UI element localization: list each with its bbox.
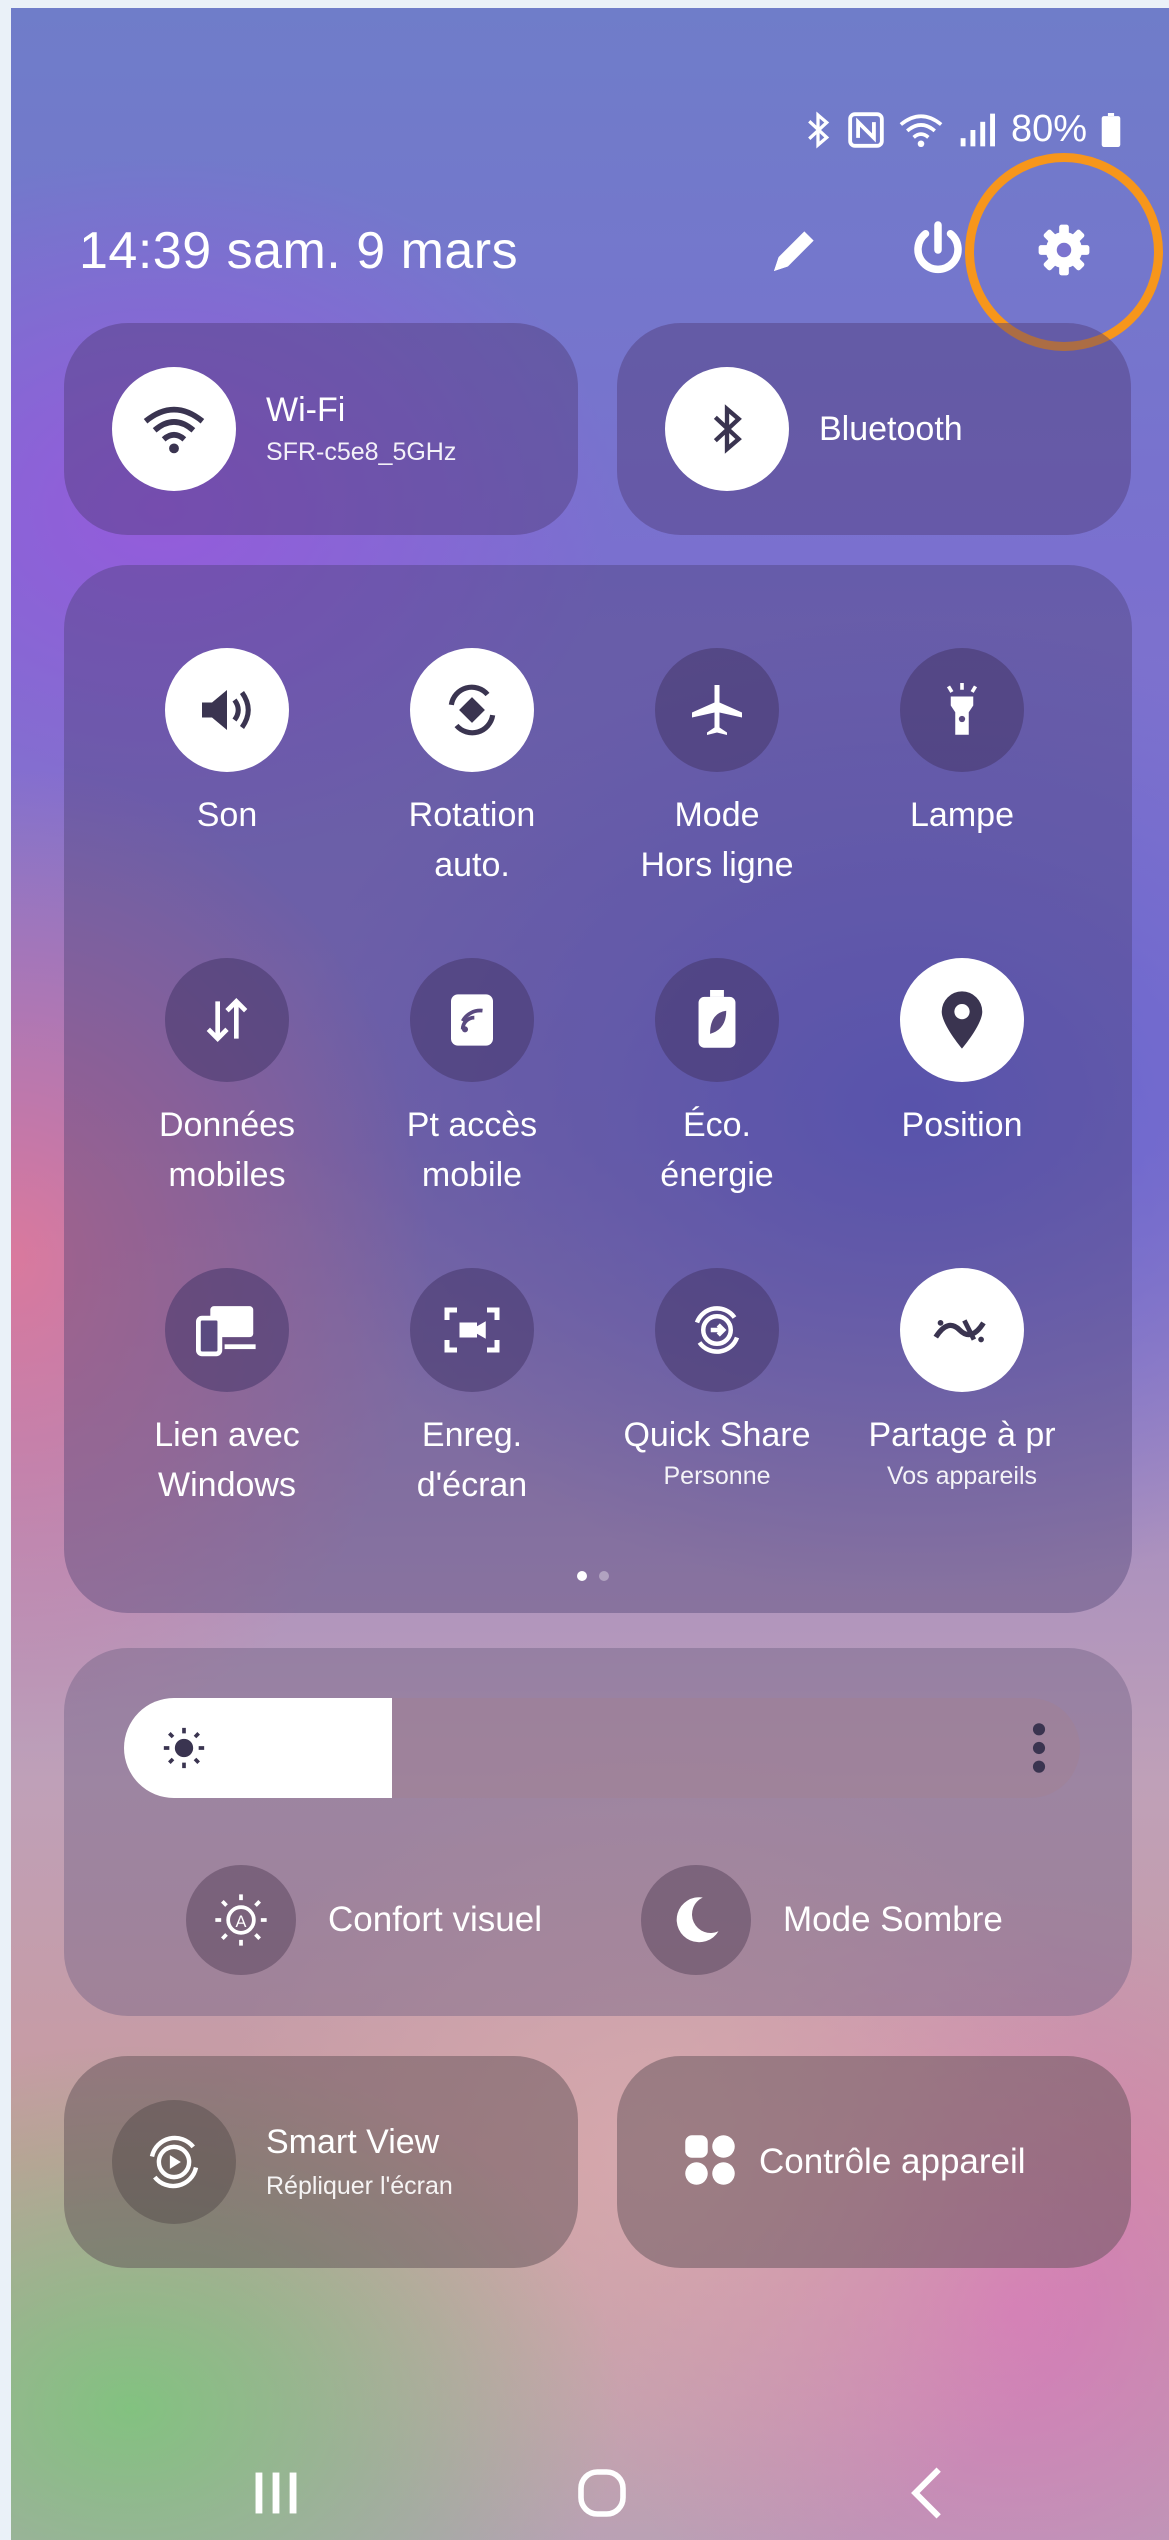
- tile-label: Son: [196, 796, 258, 834]
- power-button[interactable]: [906, 218, 970, 282]
- battery-icon: [1101, 112, 1121, 147]
- battery-level: 80%: [1010, 108, 1087, 150]
- mobile-data-icon: [165, 958, 289, 1082]
- sun-icon: [162, 1726, 206, 1775]
- smart-view-label: Smart View: [266, 2123, 440, 2161]
- tile-label: Rotation: [408, 796, 536, 834]
- smart-view-icon: [112, 2100, 236, 2224]
- tile-airplane-mode[interactable]: Mode Hors ligne: [597, 648, 837, 890]
- tile-sublabel: Personne: [663, 1462, 771, 1490]
- tile-label-line2: Hors ligne: [640, 846, 794, 884]
- power-icon: [914, 221, 962, 274]
- tile-power-saving[interactable]: Éco. énergie: [597, 958, 837, 1200]
- tile-link-windows[interactable]: Lien avec Windows: [107, 1268, 347, 1510]
- bluetooth-label: Bluetooth: [819, 409, 963, 448]
- eye-comfort-label: Confort visuel: [328, 1900, 542, 1939]
- quick-share-icon: [655, 1268, 779, 1392]
- tile-label-line2: auto.: [434, 846, 510, 884]
- eye-comfort-toggle[interactable]: A Confort visuel: [186, 1865, 542, 1975]
- nearby-share-icon: [900, 1268, 1024, 1392]
- tile-mobile-data[interactable]: Données mobiles: [107, 958, 347, 1200]
- bluetooth-tile-icon: [665, 367, 789, 491]
- edit-icon: [774, 231, 814, 271]
- page-indicator: [577, 1571, 609, 1581]
- brightness-slider[interactable]: [124, 1698, 1080, 1798]
- smart-view-sub: Répliquer l'écran: [266, 2172, 453, 2200]
- volume-icon: [165, 648, 289, 772]
- tile-sublabel: Vos appareils: [886, 1462, 1038, 1490]
- wifi-label: Wi-Fi: [266, 391, 346, 429]
- tile-label: Lien avec: [154, 1416, 300, 1454]
- date-time: 14:39 sam. 9 mars: [79, 222, 519, 280]
- back-button[interactable]: [877, 2448, 977, 2538]
- tile-location[interactable]: Position: [842, 958, 1082, 1150]
- wifi-network: SFR-c5e8_5GHz: [266, 438, 457, 466]
- device-control-icon: [683, 2133, 737, 2192]
- tile-sound[interactable]: Son: [107, 648, 347, 840]
- tile-label-line2: mobile: [421, 1156, 523, 1194]
- tile-label: Quick Share: [623, 1416, 811, 1454]
- edit-button[interactable]: [763, 218, 827, 282]
- nfc-icon: [847, 111, 885, 149]
- flashlight-icon: [900, 648, 1024, 772]
- dark-mode-toggle[interactable]: Mode Sombre: [641, 1865, 1003, 1975]
- tile-quick-share[interactable]: Quick Share Personne: [597, 1268, 837, 1491]
- airplane-icon: [655, 648, 779, 772]
- tile-label: Enreg.: [421, 1416, 523, 1454]
- tile-label: Pt accès: [406, 1106, 538, 1144]
- tile-label: Mode: [674, 796, 760, 834]
- device-control-label: Contrôle appareil: [759, 2142, 1026, 2181]
- dark-mode-label: Mode Sombre: [783, 1900, 1003, 1939]
- tile-label-line2: Windows: [158, 1466, 296, 1504]
- page-dot: [599, 1571, 609, 1581]
- rotation-icon: [410, 648, 534, 772]
- wifi-tile-icon: [112, 367, 236, 491]
- link-windows-icon: [165, 1268, 289, 1392]
- tile-hotspot[interactable]: Pt accès mobile: [352, 958, 592, 1200]
- tile-label-line2: énergie: [660, 1156, 774, 1194]
- quick-settings-panel: 80% 14:39 sam. 9 mars Wi-Fi SFR-c5e8_5GH…: [11, 8, 1169, 2540]
- tile-label-line2: d'écran: [416, 1466, 528, 1504]
- tile-nearby-share[interactable]: Partage à pr Vos appareils: [842, 1268, 1082, 1491]
- wifi-tile[interactable]: Wi-Fi SFR-c5e8_5GHz: [64, 323, 578, 535]
- eye-comfort-icon: A: [186, 1865, 296, 1975]
- bluetooth-icon: [803, 110, 833, 150]
- hotspot-icon: [410, 958, 534, 1082]
- page-dot-active: [577, 1571, 587, 1581]
- location-icon: [900, 958, 1024, 1082]
- device-control-tile[interactable]: Contrôle appareil: [617, 2056, 1131, 2268]
- tile-screen-record[interactable]: Enreg. d'écran: [352, 1268, 592, 1510]
- tile-label-line2: mobiles: [168, 1156, 286, 1194]
- home-icon: [578, 2469, 626, 2517]
- tile-label: Position: [901, 1106, 1023, 1144]
- navigation-bar: [11, 2448, 1169, 2538]
- tile-auto-rotate[interactable]: Rotation auto.: [352, 648, 592, 890]
- power-saving-icon: [655, 958, 779, 1082]
- bluetooth-tile[interactable]: Bluetooth: [617, 323, 1131, 535]
- moon-icon: [641, 1865, 751, 1975]
- tile-label: Partage à pr: [868, 1416, 1056, 1454]
- screen-record-icon: [410, 1268, 534, 1392]
- status-bar: 80%: [803, 108, 1121, 151]
- tile-label: Données: [158, 1106, 296, 1144]
- recents-button[interactable]: [226, 2448, 326, 2538]
- recents-icon: [255, 2472, 297, 2514]
- back-icon: [911, 2467, 941, 2519]
- wifi-icon: [899, 111, 943, 149]
- more-options-icon[interactable]: [1032, 1720, 1046, 1781]
- signal-icon: [957, 112, 997, 148]
- home-button[interactable]: [552, 2448, 652, 2538]
- svg-text:A: A: [236, 1913, 247, 1931]
- tile-label: Lampe: [910, 796, 1014, 834]
- smart-view-tile[interactable]: Smart View Répliquer l'écran: [64, 2056, 578, 2268]
- tile-label: Éco.: [682, 1106, 752, 1144]
- settings-highlight-circle: [965, 153, 1163, 351]
- tile-flashlight[interactable]: Lampe: [842, 648, 1082, 840]
